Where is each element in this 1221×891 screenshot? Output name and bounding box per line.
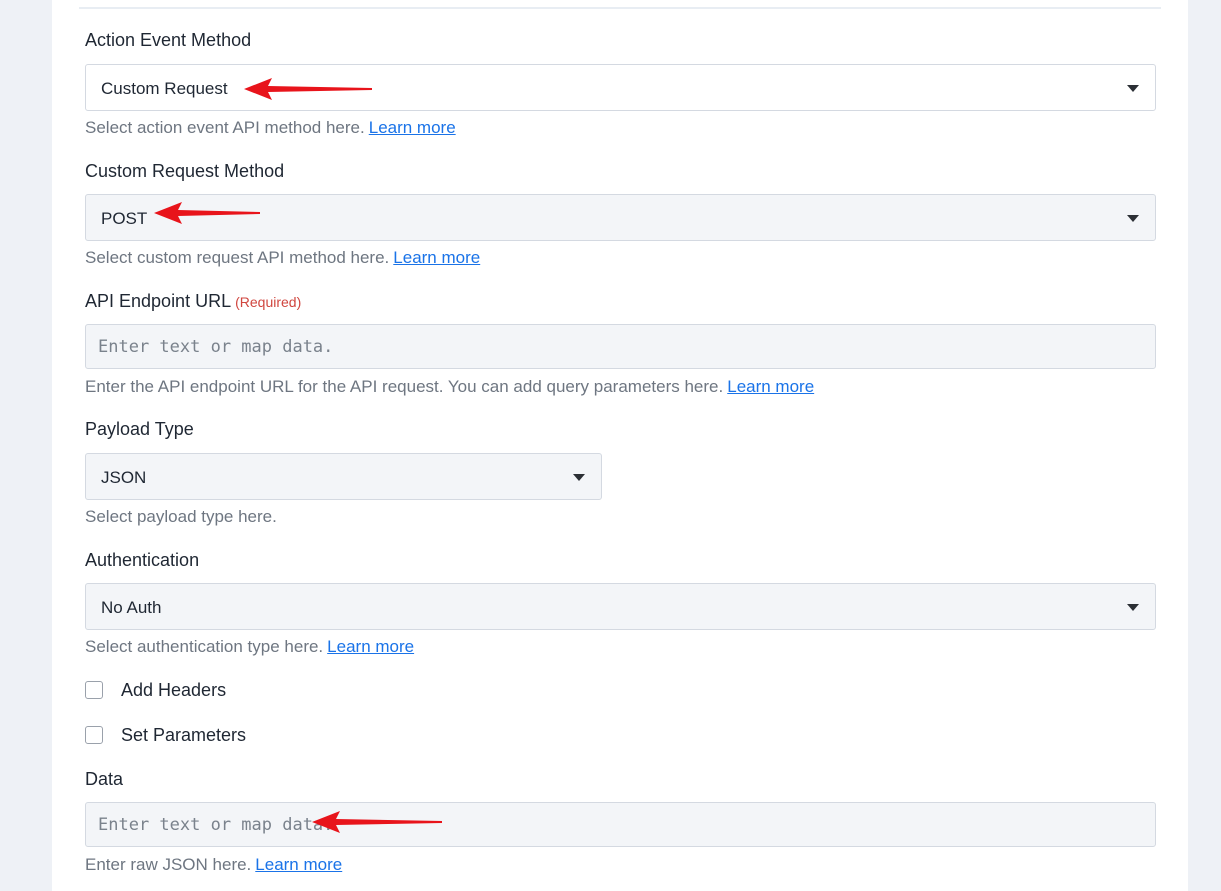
api-endpoint-url-placeholder: Enter text or map data.	[98, 337, 334, 357]
learn-more-link[interactable]: Learn more	[255, 855, 342, 874]
authentication-select[interactable]: No Auth	[85, 583, 1156, 630]
annotation-arrow-icon	[154, 202, 260, 224]
chevron-down-icon	[1127, 215, 1139, 222]
set-parameters-checkbox[interactable]	[85, 726, 103, 744]
data-help: Enter raw JSON here. Learn more	[85, 855, 343, 874]
annotation-arrow-icon	[244, 78, 372, 100]
api-endpoint-url-label: API Endpoint URL (Required)	[85, 291, 302, 311]
required-marker: (Required)	[235, 294, 302, 310]
authentication-value: No Auth	[101, 598, 162, 617]
learn-more-link[interactable]: Learn more	[393, 248, 480, 267]
action-event-method-label: Action Event Method	[85, 30, 252, 50]
chevron-down-icon	[573, 474, 585, 481]
add-headers-checkbox[interactable]	[85, 681, 103, 699]
section-divider	[79, 7, 1161, 9]
data-placeholder: Enter text or map data.	[98, 815, 334, 835]
action-event-method-help: Select action event API method here. Lear…	[85, 118, 456, 137]
api-endpoint-url-input[interactable]: Enter text or map data.	[85, 324, 1156, 369]
action-event-method-value: Custom Request	[101, 79, 228, 98]
learn-more-link[interactable]: Learn more	[327, 637, 414, 656]
custom-request-method-help: Select custom request API method here. Le…	[85, 248, 481, 267]
payload-type-value: JSON	[101, 468, 147, 487]
learn-more-link[interactable]: Learn more	[369, 118, 456, 137]
set-parameters-label[interactable]: Set Parameters	[121, 724, 246, 746]
data-label: Data	[85, 769, 124, 789]
data-input[interactable]: Enter text or map data.	[85, 802, 1156, 847]
payload-type-select[interactable]: JSON	[85, 453, 602, 500]
api-endpoint-url-help: Enter the API endpoint URL for the API r…	[85, 377, 815, 396]
authentication-help: Select authentication type here. Learn mo…	[85, 637, 415, 656]
custom-request-method-value: POST	[101, 209, 148, 228]
payload-type-help: Select payload type here.	[85, 507, 277, 526]
chevron-down-icon	[1127, 604, 1139, 611]
add-headers-label[interactable]: Add Headers	[121, 679, 226, 701]
annotation-arrow-icon	[312, 811, 442, 833]
learn-more-link[interactable]: Learn more	[727, 377, 814, 396]
custom-request-method-label: Custom Request Method	[85, 161, 285, 181]
chevron-down-icon	[1127, 85, 1139, 92]
authentication-label: Authentication	[85, 550, 200, 570]
payload-type-label: Payload Type	[85, 419, 194, 439]
